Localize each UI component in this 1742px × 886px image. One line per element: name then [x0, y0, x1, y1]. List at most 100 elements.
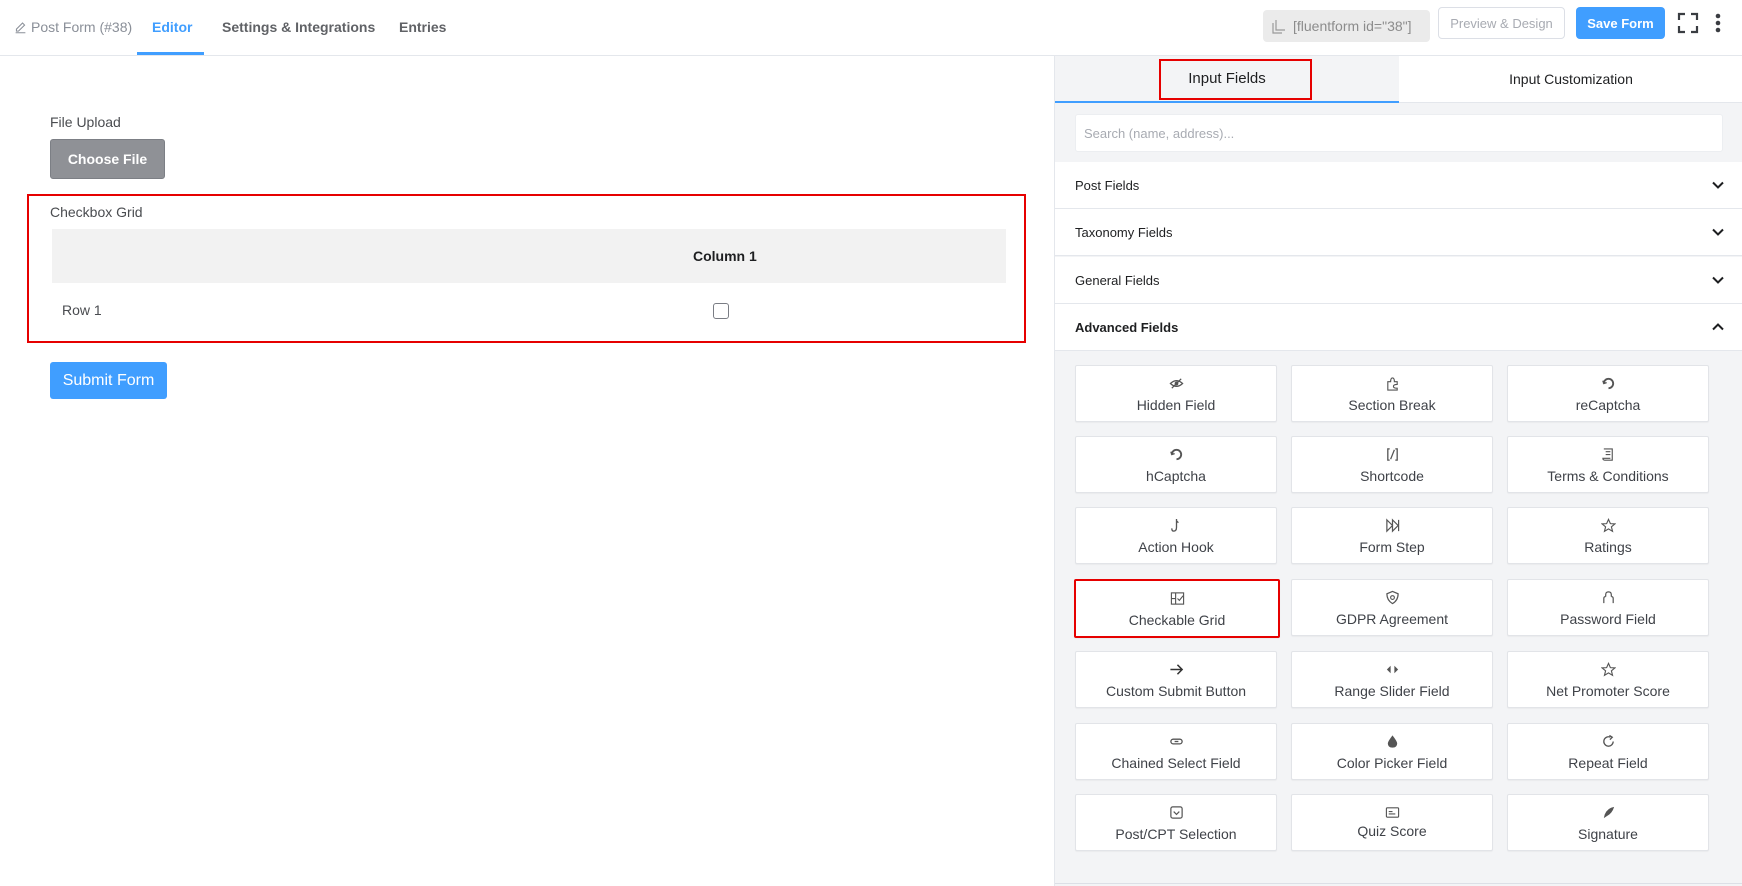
field-label: GDPR Agreement — [1335, 611, 1449, 627]
save-form-button[interactable]: Save Form — [1576, 7, 1665, 39]
file-upload-label: File Upload — [50, 114, 121, 130]
shortcode-text: [fluentform id="38"] — [1293, 18, 1412, 34]
field-label: Repeat Field — [1568, 755, 1648, 771]
field-action-hook[interactable]: Action Hook — [1075, 507, 1277, 564]
tab-input-fields[interactable]: Input Fields — [1055, 56, 1399, 103]
recaptcha-icon — [1601, 377, 1614, 389]
hook-icon — [1170, 518, 1179, 532]
field-gdpr-agreement[interactable]: GDPR Agreement — [1291, 579, 1493, 636]
field-label: Color Picker Field — [1336, 755, 1448, 771]
field-label: Hidden Field — [1136, 397, 1216, 413]
section-label: Advanced Fields — [1075, 319, 1179, 335]
pen-icon — [1603, 806, 1614, 818]
field-custom-submit-button[interactable]: Custom Submit Button — [1075, 651, 1277, 708]
field-label: Ratings — [1584, 539, 1632, 555]
field-color-picker[interactable]: Color Picker Field — [1291, 723, 1493, 780]
tab-editor[interactable]: Editor — [152, 19, 192, 35]
field-label: Post/CPT Selection — [1115, 826, 1237, 842]
field-checkable-grid[interactable]: Checkable Grid — [1074, 579, 1280, 638]
grid-check-icon — [1170, 591, 1184, 605]
field-terms-conditions[interactable]: Terms & Conditions — [1507, 436, 1709, 493]
grid-header-row: Column 1 — [52, 229, 1006, 283]
checkbox-grid-field[interactable]: Checkbox Grid Column 1 Row 1 — [27, 194, 1026, 343]
top-bar: Post Form (#38) Editor Settings & Integr… — [0, 0, 1742, 56]
lock-icon — [1602, 590, 1614, 603]
section-label: General Fields — [1075, 272, 1160, 288]
post-select-icon — [1169, 805, 1183, 819]
fullscreen-icon[interactable] — [1676, 11, 1700, 35]
breadcrumb[interactable]: Post Form (#38) — [14, 19, 132, 35]
edit-icon — [15, 21, 26, 33]
star-icon — [1600, 517, 1616, 532]
shield-icon — [1385, 590, 1399, 604]
field-chained-select[interactable]: Chained Select Field — [1075, 723, 1277, 780]
section-label: Taxonomy Fields — [1075, 224, 1173, 240]
breadcrumb-label: Post Form (#38) — [31, 19, 133, 35]
droplet-icon — [1387, 734, 1397, 748]
field-password-field[interactable]: Password Field — [1507, 579, 1709, 636]
range-arrows-icon — [1386, 665, 1398, 673]
chevron-up-icon — [1712, 323, 1724, 331]
section-post-fields[interactable]: Post Fields — [1055, 162, 1742, 209]
copy-icon — [1272, 20, 1285, 34]
link-icon — [1169, 738, 1183, 744]
field-range-slider[interactable]: Range Slider Field — [1291, 651, 1493, 708]
field-label: Range Slider Field — [1334, 683, 1450, 699]
field-signature[interactable]: Signature — [1507, 794, 1709, 851]
section-advanced-fields[interactable]: Advanced Fields — [1055, 304, 1742, 351]
field-label: Chained Select Field — [1111, 755, 1241, 771]
field-label: Action Hook — [1138, 539, 1214, 555]
field-ratings[interactable]: Ratings — [1507, 507, 1709, 564]
chevron-down-icon — [1712, 276, 1724, 284]
field-label: reCaptcha — [1575, 397, 1641, 413]
star-outline-icon — [1600, 661, 1616, 676]
field-form-step[interactable]: Form Step — [1291, 507, 1493, 564]
submit-form-button[interactable]: Submit Form — [50, 362, 167, 399]
field-recaptcha[interactable]: reCaptcha — [1507, 365, 1709, 422]
grid-checkbox[interactable] — [713, 303, 729, 319]
field-repeat-field[interactable]: Repeat Field — [1507, 723, 1709, 780]
tab-input-customization[interactable]: Input Customization — [1399, 56, 1742, 103]
field-label: Password Field — [1560, 611, 1656, 627]
field-shortcode[interactable]: Shortcode — [1291, 436, 1493, 493]
field-label: Signature — [1578, 826, 1638, 842]
section-general-fields[interactable]: General Fields — [1055, 257, 1742, 304]
chevron-down-icon — [1712, 228, 1724, 236]
arrow-right-icon — [1169, 663, 1183, 675]
field-label: Quiz Score — [1357, 823, 1427, 839]
choose-file-button[interactable]: Choose File — [50, 139, 165, 179]
field-label: hCaptcha — [1146, 468, 1206, 484]
shortcode-copy[interactable]: [fluentform id="38"] — [1263, 10, 1430, 42]
field-hidden-field[interactable]: Hidden Field — [1075, 365, 1277, 422]
tab-settings-integrations[interactable]: Settings & Integrations — [222, 19, 375, 35]
field-label: Checkable Grid — [1128, 612, 1226, 628]
field-quiz-score[interactable]: Quiz Score — [1291, 794, 1493, 851]
field-label: Terms & Conditions — [1547, 468, 1669, 484]
checkbox-grid-label: Checkbox Grid — [50, 204, 143, 220]
field-label: Custom Submit Button — [1105, 683, 1247, 699]
hcaptcha-icon — [1169, 448, 1182, 460]
field-net-promoter-score[interactable]: Net Promoter Score — [1507, 651, 1709, 708]
more-vertical-icon[interactable] — [1706, 11, 1730, 35]
quiz-icon — [1385, 806, 1399, 818]
field-label: Form Step — [1359, 539, 1425, 555]
field-label: Shortcode — [1360, 468, 1424, 484]
field-label: Net Promoter Score — [1546, 683, 1670, 699]
puzzle-icon — [1386, 376, 1398, 391]
field-search-input[interactable] — [1075, 114, 1723, 152]
section-taxonomy-fields[interactable]: Taxonomy Fields — [1055, 209, 1742, 256]
scroll-icon — [1601, 447, 1613, 461]
grid-row-label: Row 1 — [62, 302, 102, 318]
field-section-break[interactable]: Section Break — [1291, 365, 1493, 422]
eye-slash-icon — [1169, 377, 1183, 389]
preview-design-button[interactable]: Preview & Design — [1438, 7, 1565, 39]
form-editor-canvas: File Upload Choose File Checkbox Grid Co… — [0, 56, 1054, 886]
field-post-cpt-selection[interactable]: Post/CPT Selection — [1075, 794, 1277, 851]
grid-column-header: Column 1 — [693, 248, 757, 264]
tab-entries[interactable]: Entries — [399, 19, 446, 35]
step-forward-icon — [1385, 517, 1399, 533]
active-tab-indicator — [137, 52, 204, 55]
field-hcaptcha[interactable]: hCaptcha — [1075, 436, 1277, 493]
section-label: Post Fields — [1075, 177, 1140, 193]
repeat-icon — [1602, 734, 1614, 747]
